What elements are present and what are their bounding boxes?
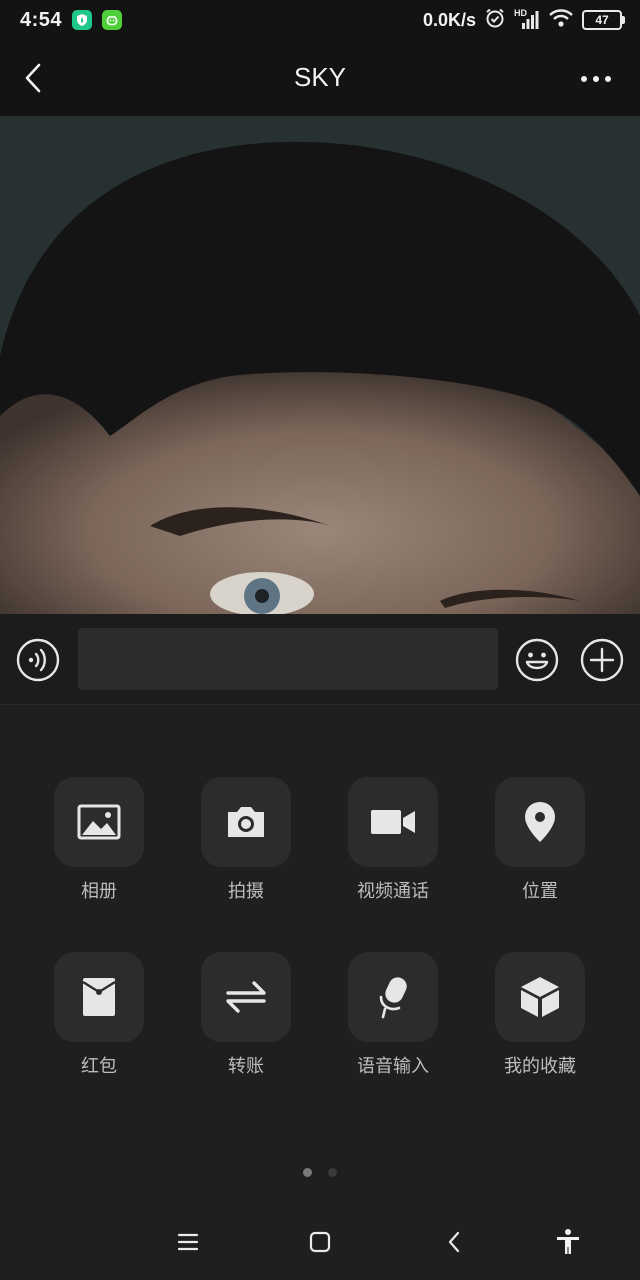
net-speed: 0.0K/s (422, 9, 476, 30)
tool-label: 拍摄 (228, 881, 264, 901)
tool-label: 红包 (81, 1056, 117, 1076)
voice-button[interactable] (16, 638, 60, 682)
emoji-button[interactable] (515, 638, 559, 682)
location-tile[interactable] (495, 777, 585, 867)
message-input[interactable] (78, 628, 498, 690)
red-packet-tile[interactable] (54, 952, 144, 1042)
status-time: 4:54 (20, 8, 63, 31)
more-functions-button[interactable] (580, 638, 624, 682)
tool-label: 我的收藏 (504, 1056, 576, 1076)
album-icon (77, 804, 121, 840)
emoji-icon (515, 638, 559, 682)
recent-apps-button[interactable] (168, 1222, 208, 1262)
back-button[interactable] (18, 60, 48, 96)
red-packet-icon (82, 978, 116, 1016)
video-call-icon (371, 810, 415, 834)
tool-camera[interactable]: 拍摄 (181, 777, 311, 907)
camera-tile[interactable] (201, 777, 291, 867)
accessibility-icon (557, 1229, 579, 1254)
tool-label: 转账 (228, 1056, 264, 1076)
video-call-tile[interactable] (348, 777, 438, 867)
system-navigation-bar (0, 1200, 640, 1280)
page-indicator (0, 1168, 640, 1177)
tool-label: 相册 (81, 881, 117, 901)
status-left: 4:54 (20, 0, 123, 40)
back-arrow-icon (25, 63, 41, 93)
tool-album[interactable]: 相册 (34, 777, 164, 907)
message-input-bar (0, 614, 640, 705)
tool-red-packet[interactable]: 红包 (34, 952, 164, 1082)
tool-label: 视频通话 (357, 881, 429, 901)
signal-icon: HD (514, 8, 540, 31)
tool-label: 语音输入 (357, 1056, 429, 1076)
wifi-icon (548, 7, 574, 34)
tool-voice-input[interactable]: 语音输入 (328, 952, 458, 1082)
tool-location[interactable]: 位置 (475, 777, 605, 907)
chat-title: SKY (293, 62, 347, 92)
back-icon (448, 1231, 460, 1253)
android-app-icon (102, 10, 123, 30)
favorites-tile[interactable] (495, 952, 585, 1042)
microphone-icon (379, 977, 407, 1019)
more-button[interactable] (576, 64, 616, 94)
chat-header: SKY (0, 40, 640, 116)
voice-icon (16, 638, 60, 682)
battery-icon: 47 (582, 10, 625, 30)
chat-background-photo (0, 116, 640, 614)
transfer-icon (226, 981, 266, 1013)
portrait-image (0, 116, 640, 614)
menu-icon (177, 1233, 199, 1251)
tool-favorites[interactable]: 我的收藏 (475, 952, 605, 1082)
more-dots-icon (581, 76, 611, 82)
function-panel: 相册 拍摄 视频通话 位置 红包 转账 语音输入 我的收藏 (0, 705, 640, 1200)
home-button[interactable] (300, 1222, 340, 1262)
status-bar: 4:54 0.0K/s HD 47 (0, 0, 640, 40)
camera-icon (228, 807, 264, 837)
accessibility-button[interactable] (548, 1222, 588, 1262)
system-back-button[interactable] (434, 1222, 474, 1262)
page-dot[interactable] (328, 1168, 337, 1177)
status-right: 0.0K/s HD 47 (422, 0, 625, 40)
page-dot-active[interactable] (303, 1168, 312, 1177)
transfer-tile[interactable] (201, 952, 291, 1042)
alarm-icon (484, 7, 506, 34)
plus-icon (580, 638, 624, 682)
favorites-icon (521, 977, 559, 1017)
voice-input-tile[interactable] (348, 952, 438, 1042)
tool-label: 位置 (522, 881, 558, 901)
tool-video-call[interactable]: 视频通话 (328, 777, 458, 907)
home-icon (309, 1231, 331, 1253)
battery-level: 47 (595, 13, 609, 27)
location-icon (525, 802, 555, 842)
tool-transfer[interactable]: 转账 (181, 952, 311, 1082)
shield-app-icon (72, 10, 93, 30)
album-tile[interactable] (54, 777, 144, 867)
